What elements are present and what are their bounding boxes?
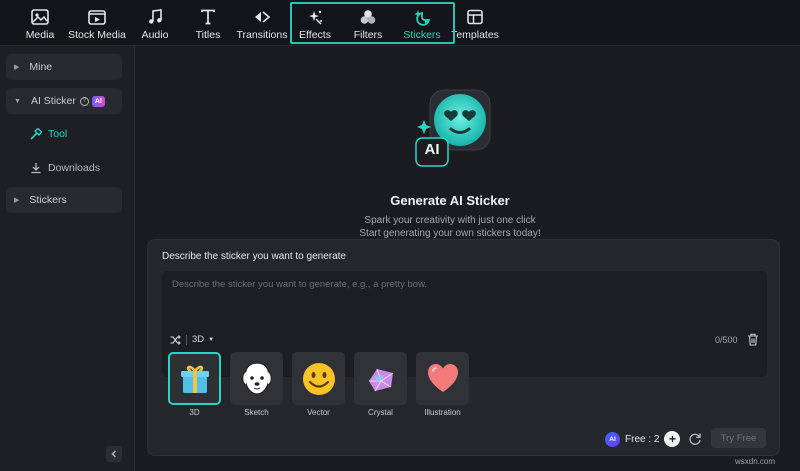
prompt-panel: Describe the sticker you want to generat… [147, 239, 780, 456]
shuffle-icon[interactable] [170, 334, 181, 345]
tab-audio-label: Audio [141, 29, 169, 41]
style-option-label: 3D [189, 408, 200, 417]
sidebar-item-tool[interactable]: Tool [30, 128, 67, 140]
style-option-sketch[interactable]: Sketch [230, 352, 283, 417]
style-option-label: Crystal [368, 408, 393, 417]
tab-filters-label: Filters [353, 29, 383, 41]
tab-templates-label: Templates [451, 29, 499, 41]
sidebar-item-tool-label: Tool [48, 128, 68, 140]
help-icon[interactable]: ? [79, 96, 89, 106]
trash-icon[interactable] [747, 333, 759, 346]
expand-arrow-icon: ▶ [14, 64, 20, 71]
expand-arrow-icon: ▶ [14, 197, 20, 204]
try-free-button[interactable]: Try Free [711, 428, 766, 448]
tab-stickers-label: Stickers [403, 29, 441, 41]
sidebar-item-downloads[interactable]: Downloads [30, 162, 100, 174]
heart-icon [416, 352, 469, 405]
gift-box-icon [168, 352, 221, 405]
style-option-3d[interactable]: 3D [168, 352, 221, 417]
effects-icon [305, 8, 325, 26]
sidebar-item-ai-sticker-label: AI Sticker [30, 95, 76, 107]
prompt-label: Describe the sticker you want to generat… [162, 251, 346, 262]
tab-templates[interactable]: Templates [451, 0, 499, 46]
sidebar-item-ai-sticker[interactable]: ▼ AI Sticker ? AI [6, 88, 122, 114]
sidebar-item-downloads-label: Downloads [48, 162, 100, 174]
subtitle-line-1: Spark your creativity with just one clic… [364, 215, 536, 226]
download-icon [30, 162, 42, 174]
chevron-down-icon: ▼ [208, 336, 215, 343]
style-dropdown-value: 3D [192, 334, 205, 345]
divider [186, 334, 187, 345]
generate-subtitle: Spark your creativity with just one clic… [300, 215, 600, 240]
tab-filters[interactable]: Filters [350, 0, 386, 46]
dog-sketch-icon [230, 352, 283, 405]
collapse-sidebar-button[interactable] [106, 446, 122, 462]
style-option-label: Sketch [244, 408, 269, 417]
style-option-label: Illustration [424, 408, 461, 417]
audio-icon [145, 8, 165, 26]
sidebar-item-stickers-label: Stickers [29, 194, 67, 206]
ai-badge: AI [91, 95, 105, 107]
free-credits: AI Free : 2 + [605, 429, 681, 449]
tab-audio[interactable]: Audio [138, 0, 172, 46]
hammer-icon [30, 128, 42, 140]
add-credits-button[interactable]: + [664, 431, 681, 447]
top-toolbar: Media Stock Media Audio Titles Transitio… [0, 0, 800, 46]
sidebar: ▶ Mine ▼ AI Sticker ? AI Tool Downloads … [0, 46, 135, 471]
generate-title: Generate AI Sticker [390, 193, 510, 208]
smiley-icon [292, 352, 345, 405]
char-counter: 0/500 [715, 335, 738, 345]
refresh-icon[interactable] [688, 432, 702, 446]
stickers-icon [412, 8, 432, 26]
filters-icon [358, 8, 378, 26]
ai-badge-text: AI [424, 141, 440, 158]
ai-sticker-illustration: AI [410, 86, 500, 176]
ai-credit-icon: AI [605, 431, 620, 447]
templates-icon [465, 8, 485, 26]
tab-titles[interactable]: Titles [192, 0, 224, 46]
transitions-icon [252, 8, 272, 26]
tab-stock-media-label: Stock Media [68, 29, 126, 41]
media-icon [30, 8, 50, 26]
style-option-illustration[interactable]: Illustration [416, 352, 469, 417]
tab-stickers[interactable]: Stickers [400, 0, 444, 46]
tab-effects[interactable]: Effects [296, 0, 334, 46]
tab-effects-label: Effects [299, 29, 331, 41]
sidebar-item-mine[interactable]: ▶ Mine [6, 54, 122, 80]
style-option-label: Vector [307, 408, 330, 417]
chevron-left-icon [111, 450, 116, 458]
tab-stock-media[interactable]: Stock Media [68, 0, 126, 46]
free-credits-label: Free : 2 [625, 433, 660, 445]
titles-icon [198, 8, 218, 26]
tab-transitions-label: Transitions [236, 29, 288, 41]
collapse-arrow-icon: ▼ [14, 97, 21, 105]
sidebar-item-mine-label: Mine [29, 61, 53, 73]
sidebar-item-stickers[interactable]: ▶ Stickers [6, 187, 122, 213]
tab-transitions[interactable]: Transitions [236, 0, 288, 46]
tab-media[interactable]: Media [20, 0, 60, 46]
style-dropdown[interactable]: 3D ▼ [170, 334, 214, 345]
crystal-icon [354, 352, 407, 405]
style-option-vector[interactable]: Vector [292, 352, 345, 417]
tab-titles-label: Titles [195, 29, 221, 41]
watermark: wsxdn.com [735, 457, 776, 466]
style-option-crystal[interactable]: Crystal [354, 352, 407, 417]
stock-media-icon [87, 8, 107, 26]
tab-media-label: Media [25, 29, 55, 41]
